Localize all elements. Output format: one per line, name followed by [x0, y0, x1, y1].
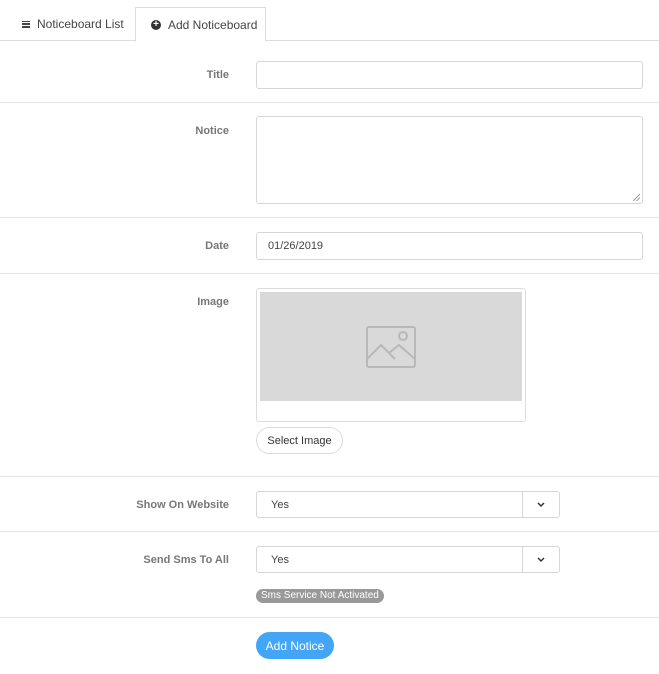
sms-status-badge: Sms Service Not Activated — [256, 589, 384, 603]
send-sms-label: Send Sms To All — [143, 554, 229, 566]
notice-row: Notice — [0, 103, 659, 218]
image-row: Image Select Image — [0, 274, 659, 477]
date-input[interactable]: 01/26/2019 — [256, 232, 643, 260]
tab-bar: Noticeboard List + Add Noticeboard — [0, 0, 659, 42]
image-icon — [366, 325, 416, 368]
send-sms-select[interactable]: Yes — [256, 546, 560, 573]
tab-noticeboard-list[interactable]: Noticeboard List — [3, 7, 134, 41]
title-row: Title — [0, 41, 659, 103]
image-preview-box — [256, 288, 526, 422]
image-placeholder — [260, 292, 522, 401]
tab-add-noticeboard[interactable]: + Add Noticeboard — [135, 7, 266, 42]
resize-grip-icon[interactable] — [633, 194, 640, 201]
add-notice-button[interactable]: Add Notice — [256, 632, 334, 659]
show-on-website-row: Show On Website Yes — [0, 477, 659, 532]
show-on-website-select[interactable]: Yes — [256, 491, 560, 518]
tab-add-noticeboard-label: Add Noticeboard — [168, 17, 258, 32]
chevron-down-icon[interactable] — [522, 492, 559, 517]
send-sms-row: Send Sms To All Yes Sms Service Not Acti… — [0, 532, 659, 618]
chevron-down-icon[interactable] — [522, 547, 559, 572]
show-on-website-value: Yes — [271, 499, 289, 511]
title-input[interactable] — [256, 61, 643, 89]
plus-circle-icon: + — [151, 19, 161, 30]
list-icon — [22, 20, 30, 28]
notice-label: Notice — [195, 125, 229, 137]
title-label: Title — [206, 69, 229, 81]
date-row: Date 01/26/2019 — [0, 218, 659, 274]
select-image-button[interactable]: Select Image — [256, 427, 343, 454]
notice-textarea[interactable] — [256, 116, 643, 204]
date-label: Date — [205, 240, 229, 252]
send-sms-value: Yes — [271, 554, 289, 566]
show-on-website-label: Show On Website — [136, 499, 229, 511]
image-label: Image — [197, 296, 229, 308]
tab-noticeboard-list-label: Noticeboard List — [37, 17, 124, 31]
